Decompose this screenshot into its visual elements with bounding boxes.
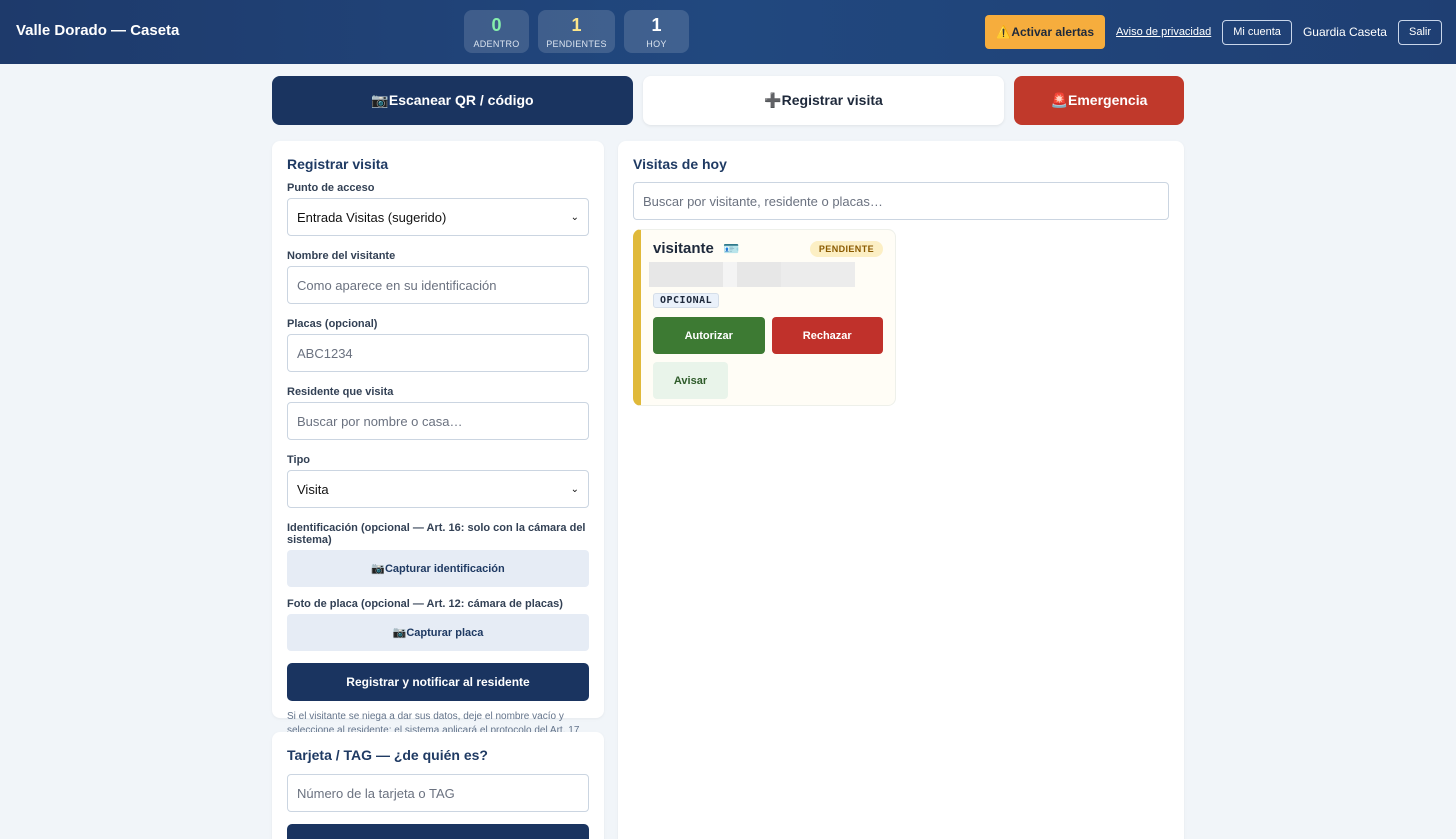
stat-pending-value: 1 xyxy=(571,14,582,35)
stat-today-value: 1 xyxy=(651,14,662,35)
plates-input[interactable]: ABC1234 xyxy=(287,334,589,372)
plate-badge: OPCIONAL xyxy=(653,293,720,308)
access-point-select[interactable]: Entrada Visitas (sugerido) ⌄ xyxy=(287,198,589,236)
access-point-value: Entrada Visitas (sugerido) xyxy=(297,209,447,225)
stat-today-label: HOY xyxy=(646,38,667,49)
register-notify-button[interactable]: Registrar y notificar al residente xyxy=(287,663,589,701)
tag-lookup-title: Tarjeta / TAG — ¿de quién es? xyxy=(287,747,488,763)
logout-button[interactable]: Salir xyxy=(1397,19,1442,45)
tag-lookup-button[interactable] xyxy=(287,824,589,839)
main-actions: 📷Escanear QR / código ➕Registrar visita … xyxy=(272,76,1184,125)
blurred-resident-info xyxy=(649,262,883,287)
register-visit-card: Registrar visita Punto de acceso Entrada… xyxy=(272,141,604,749)
type-label: Tipo xyxy=(287,454,311,466)
my-account-button[interactable]: Mi cuenta xyxy=(1222,19,1292,45)
top-bar: Valle Dorado — Caseta 0 ADENTRO 1 PENDIE… xyxy=(0,0,1456,64)
chevron-down-icon: ⌄ xyxy=(570,483,579,495)
access-point-label: Punto de acceso xyxy=(287,182,375,194)
id-card-icon: 🪪 xyxy=(723,241,740,256)
capture-id-button[interactable]: 📷Capturar identificación xyxy=(287,550,589,587)
stat-inside: 0 ADENTRO xyxy=(464,10,529,53)
todays-visits-title: Visitas de hoy xyxy=(633,156,727,172)
capture-plate-button[interactable]: 📷Capturar placa xyxy=(287,614,589,651)
resident-search-input[interactable]: Buscar por nombre o casa… xyxy=(287,402,589,440)
register-visit-button[interactable]: ➕Registrar visita xyxy=(643,76,1004,125)
notify-button[interactable]: Avisar xyxy=(653,362,728,399)
reject-button[interactable]: Rechazar xyxy=(771,317,883,354)
header-actions: ⚠️Activar alertas Aviso de privacidad Mi… xyxy=(985,15,1442,49)
stats-bar: 0 ADENTRO 1 PENDIENTES 1 HOY xyxy=(464,10,689,53)
type-select[interactable]: Visita ⌄ xyxy=(287,470,589,508)
type-value: Visita xyxy=(297,481,329,497)
todays-visits-card: Visitas de hoy Buscar por visitante, res… xyxy=(618,141,1184,839)
stat-pending: 1 PENDIENTES xyxy=(538,10,615,53)
visit-card: visitante 🪪 PENDIENTE OPCIONAL Autorizar… xyxy=(633,229,896,406)
tag-number-input[interactable]: Número de la tarjeta o TAG xyxy=(287,774,589,812)
user-name: Guardia Caseta xyxy=(1302,25,1387,39)
activate-alerts-button[interactable]: ⚠️Activar alertas xyxy=(985,15,1106,49)
id-capture-label: Identificación (opcional — Art. 16: solo… xyxy=(287,522,586,546)
visitor-name: visitante xyxy=(653,240,714,257)
authorize-button[interactable]: Autorizar xyxy=(653,317,765,354)
visitor-name-label: Nombre del visitante xyxy=(287,250,396,262)
register-visit-title: Registrar visita xyxy=(287,156,389,172)
plates-label: Placas (opcional) xyxy=(287,318,378,330)
stat-inside-label: ADENTRO xyxy=(473,38,520,49)
status-badge: PENDIENTE xyxy=(809,241,883,257)
scan-qr-button[interactable]: 📷Escanear QR / código xyxy=(272,76,633,125)
privacy-notice-link[interactable]: Aviso de privacidad xyxy=(1116,26,1211,38)
resident-label: Residente que visita xyxy=(287,386,394,398)
emergency-button[interactable]: 🚨Emergencia xyxy=(1014,76,1184,125)
stat-pending-label: PENDIENTES xyxy=(546,38,607,49)
stat-today: 1 HOY xyxy=(624,10,689,53)
plate-photo-label: Foto de placa (opcional — Art. 12: cámar… xyxy=(287,598,563,610)
chevron-down-icon: ⌄ xyxy=(570,211,579,223)
visits-search-input[interactable]: Buscar por visitante, residente o placas… xyxy=(633,182,1169,220)
app-title: Valle Dorado — Caseta xyxy=(16,22,180,39)
stat-inside-value: 0 xyxy=(491,14,502,35)
tag-lookup-card: Tarjeta / TAG — ¿de quién es? Número de … xyxy=(272,732,604,839)
visitor-name-input[interactable]: Como aparece en su identificación xyxy=(287,266,589,304)
